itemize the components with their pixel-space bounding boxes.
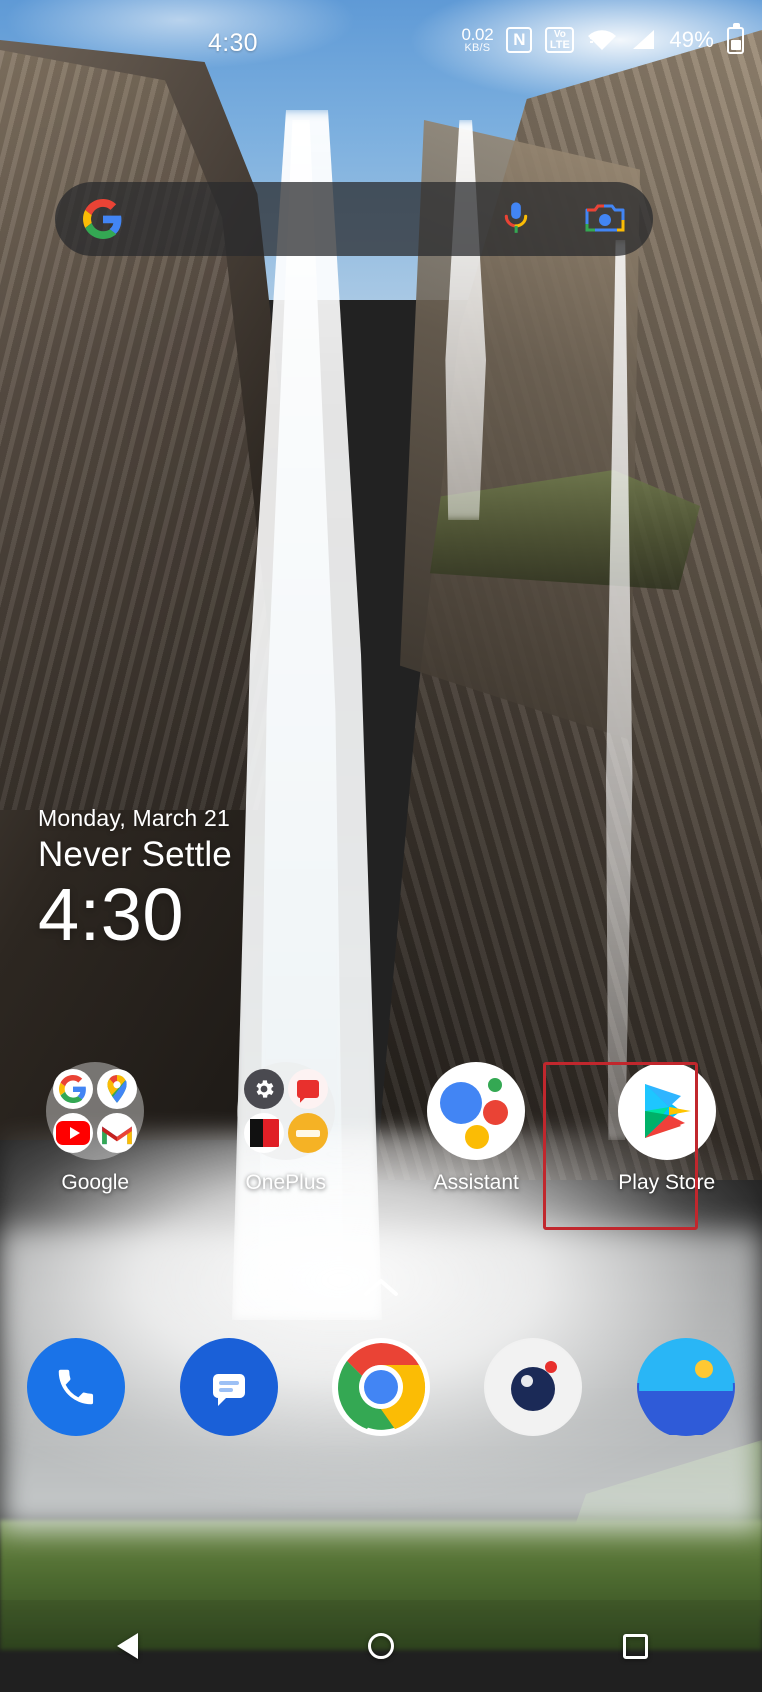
widget-time: 4:30 <box>38 873 185 956</box>
google-g-icon <box>83 199 123 239</box>
google-lens-camera-icon[interactable] <box>585 202 625 236</box>
messages-icon[interactable] <box>179 1338 278 1436</box>
volte-bottom-label: LTE <box>549 38 570 51</box>
microphone-icon[interactable] <box>499 201 533 237</box>
app-item-assistant[interactable]: Assistant <box>381 1062 572 1195</box>
chrome-icon[interactable] <box>331 1338 430 1436</box>
settings-gear-icon <box>243 1069 284 1109</box>
nav-back-button[interactable] <box>116 1633 138 1659</box>
amber-app-icon <box>287 1113 328 1153</box>
status-bar[interactable]: 4:30 0.02 KB/S N Vo LTE 49% <box>0 0 762 72</box>
chevron-up-icon[interactable] <box>363 1276 399 1303</box>
google-search-bar[interactable] <box>55 182 653 256</box>
navigation-bar <box>0 1600 762 1692</box>
google-assistant-icon[interactable] <box>427 1062 526 1160</box>
google-search-icon <box>53 1069 94 1109</box>
community-chat-icon <box>287 1069 328 1109</box>
oneplus-folder-icon[interactable] <box>236 1062 335 1160</box>
app-label: OnePlus <box>245 1171 327 1194</box>
gmail-icon <box>97 1113 138 1153</box>
nav-recents-button[interactable] <box>622 1633 648 1659</box>
battery-percent-label: 49% <box>669 27 714 52</box>
app-item-play-store[interactable]: Play Store <box>572 1062 762 1195</box>
app-label: Play Store <box>618 1171 716 1194</box>
status-bar-clock: 4:30 <box>208 29 258 57</box>
widget-date: Monday, March 21 <box>38 805 230 831</box>
google-play-store-icon[interactable] <box>617 1062 716 1160</box>
youtube-icon <box>53 1113 94 1153</box>
volte-icon: Vo LTE <box>545 27 575 53</box>
widget-motto: Never Settle <box>38 835 232 874</box>
app-item-oneplus-folder[interactable]: OnePlus <box>191 1062 382 1195</box>
wifi-icon <box>587 28 617 52</box>
nfc-icon: N <box>506 27 533 53</box>
google-folder-icon[interactable] <box>46 1062 145 1160</box>
android-home-screen: 4:30 0.02 KB/S N Vo LTE 49% Monday, Marc… <box>0 0 762 1692</box>
phone-icon[interactable] <box>27 1338 126 1436</box>
app-label: Google <box>61 1171 130 1194</box>
dock <box>0 1338 762 1436</box>
clock-widget[interactable]: Monday, March 21 Never Settle 4:30 <box>38 805 232 954</box>
gallery-icon[interactable] <box>636 1338 735 1436</box>
app-grid: Google OnePlus Assistant Play Store <box>0 1062 762 1195</box>
cellular-signal-icon <box>630 28 656 52</box>
network-speed-value: 0.02 <box>461 25 494 44</box>
nav-home-button[interactable] <box>368 1633 394 1659</box>
app-label: Assistant <box>433 1171 519 1194</box>
app-item-google-folder[interactable]: Google <box>0 1062 191 1195</box>
nfc-icon-label: N <box>513 30 526 49</box>
red-app-icon <box>243 1113 284 1153</box>
google-maps-icon <box>97 1069 138 1109</box>
network-speed-indicator: 0.02 KB/S <box>461 26 493 54</box>
battery-icon <box>727 22 744 54</box>
camera-icon[interactable] <box>484 1338 583 1436</box>
network-speed-unit: KB/S <box>464 42 491 54</box>
